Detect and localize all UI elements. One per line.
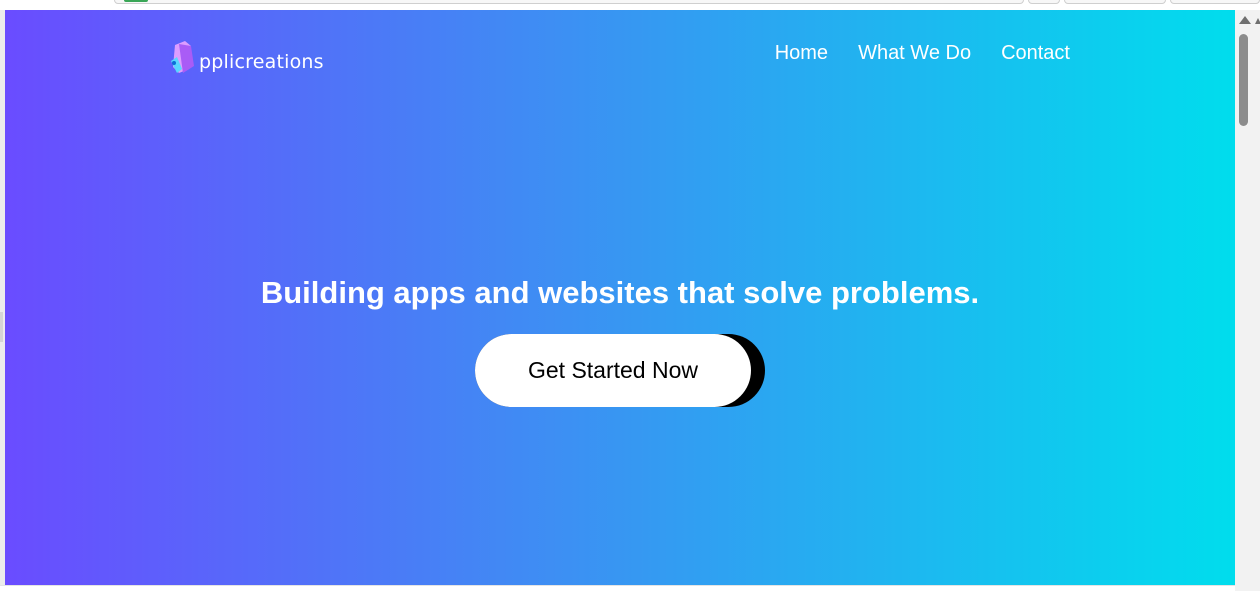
vertical-scrollbar[interactable]	[1235, 10, 1260, 591]
logo-text: pplicreations	[199, 51, 324, 73]
nav-home[interactable]: Home	[775, 42, 828, 65]
cube-app-icon	[167, 39, 201, 75]
toolbar-field-secondary[interactable]	[1170, 0, 1260, 4]
arrow-up-icon[interactable]	[1239, 16, 1251, 24]
address-bar[interactable]	[114, 0, 1024, 4]
left-resize-handle[interactable]	[0, 312, 3, 342]
browser-top-strip	[0, 0, 1260, 10]
main-nav: Home What We Do Contact	[775, 42, 1070, 65]
hero-headline: Building apps and websites that solve pr…	[260, 274, 980, 310]
logo[interactable]: pplicreations	[167, 35, 324, 75]
toolbar-field[interactable]	[1064, 0, 1166, 4]
toolbar-button[interactable]	[1028, 0, 1060, 4]
security-indicator	[124, 0, 148, 2]
scrollbar-thumb[interactable]	[1239, 34, 1248, 126]
nav-what-we-do[interactable]: What We Do	[858, 42, 971, 65]
arrow-up-icon[interactable]	[1255, 18, 1260, 24]
hero-section: pplicreations Home What We Do Contact Bu…	[5, 10, 1235, 585]
bottom-strip	[0, 585, 1235, 591]
get-started-label: Get Started Now	[475, 334, 751, 407]
get-started-button[interactable]: Get Started Now	[475, 334, 765, 407]
nav-contact[interactable]: Contact	[1001, 42, 1070, 65]
